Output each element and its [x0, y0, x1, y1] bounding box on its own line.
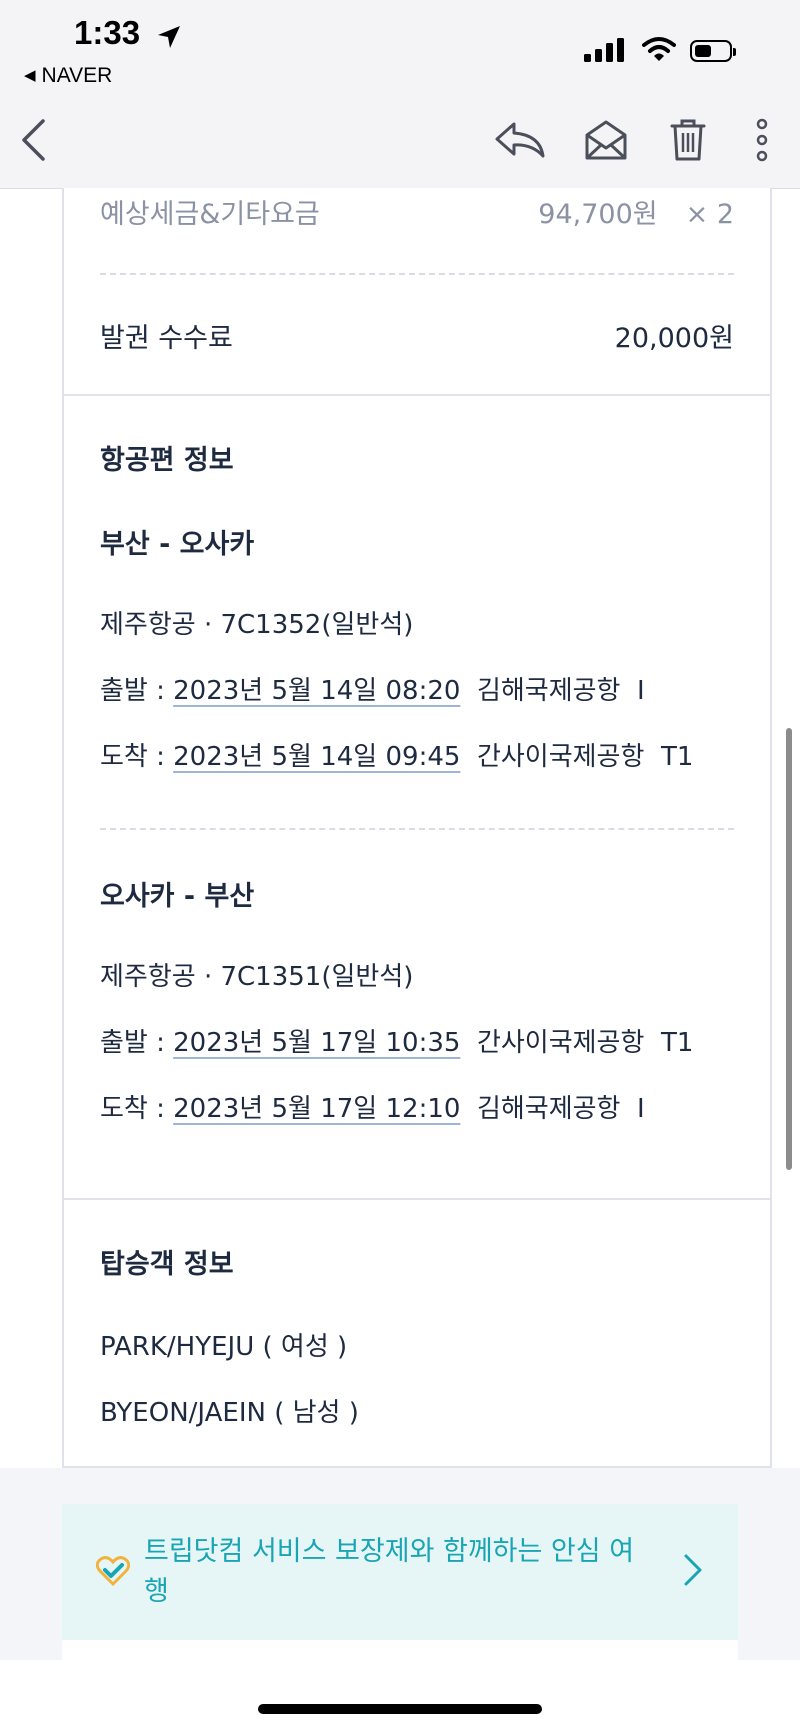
- leg-1-departure: 출발 : 2023년 5월 14일 08:20 김해국제공항 I: [100, 670, 645, 707]
- leg-2-arrival: 도착 : 2023년 5월 17일 12:10 김해국제공항 I: [100, 1088, 645, 1125]
- next-card-edge: [62, 1640, 738, 1660]
- mark-unread-envelope-icon: [585, 120, 627, 160]
- location-arrow-icon: [158, 26, 180, 48]
- reply-button[interactable]: [492, 112, 548, 168]
- leg-1-arrival-time[interactable]: 2023년 5월 14일 09:45: [173, 742, 460, 772]
- home-indicator[interactable]: [258, 1704, 542, 1714]
- leg-2-route: 오사카 - 부산: [100, 881, 255, 912]
- section-divider: [64, 1198, 770, 1200]
- leg-1-arrival-terminal: T1: [660, 742, 694, 772]
- service-guarantee-banner[interactable]: 트립닷컴 서비스 보장제와 함께하는 안심 여행: [62, 1504, 738, 1640]
- battery-icon: [690, 40, 736, 62]
- leg-1-departure-terminal: I: [637, 676, 645, 706]
- leg-2-departure-airport: 간사이국제공항: [476, 1028, 645, 1058]
- leg-2-arrival-terminal: I: [637, 1094, 645, 1124]
- delete-button[interactable]: [660, 112, 716, 168]
- cellular-signal-icon: [584, 38, 624, 62]
- back-to-app-link[interactable]: ◀ NAVER: [24, 64, 112, 88]
- issue-fee-label: 발권 수수료: [100, 323, 233, 354]
- leg-2-departure: 출발 : 2023년 5월 17일 10:35 간사이국제공항 T1: [100, 1022, 693, 1059]
- leg-1-route: 부산 - 오사카: [100, 529, 255, 560]
- leg-2-carrier: 제주항공 · 7C1351(일반석): [100, 962, 414, 992]
- leg-1-carrier: 제주항공 · 7C1352(일반석): [100, 610, 414, 640]
- leg-2-arrival-time[interactable]: 2023년 5월 17일 12:10: [173, 1094, 460, 1124]
- heart-check-icon: [96, 1556, 130, 1586]
- leg-1-arrival: 도착 : 2023년 5월 14일 09:45 간사이국제공항 T1: [100, 736, 693, 773]
- passenger-info-title: 탑승객 정보: [100, 1249, 234, 1280]
- tax-fee-row: 예상세금&기타요금 94,700원 × 2: [100, 192, 734, 231]
- status-time: 1:33: [74, 14, 141, 51]
- leg-2-departure-time[interactable]: 2023년 5월 17일 10:35: [173, 1028, 460, 1058]
- section-divider: [64, 394, 770, 396]
- scrollbar[interactable]: [786, 728, 792, 1170]
- passenger-2: BYEON/JAEIN ( 남성 ): [100, 1398, 359, 1428]
- mark-unread-button[interactable]: [578, 112, 634, 168]
- tax-fee-label: 예상세금&기타요금: [100, 199, 320, 230]
- chevron-right-icon: [684, 1554, 702, 1586]
- status-bar: 1:33 ◀ NAVER: [0, 0, 800, 92]
- leg-1-departure-time[interactable]: 2023년 5월 14일 08:20: [173, 676, 460, 706]
- arrival-label: 도착 :: [100, 1094, 174, 1124]
- arrival-label: 도착 :: [100, 742, 174, 772]
- leg-1-departure-airport: 김해국제공항: [476, 676, 621, 706]
- leg-2-departure-terminal: T1: [660, 1028, 694, 1058]
- passenger-1: PARK/HYEJU ( 여성 ): [100, 1332, 348, 1362]
- leg-1-arrival-airport: 간사이국제공항: [476, 742, 645, 772]
- departure-label: 출발 :: [100, 676, 174, 706]
- divider: [100, 273, 734, 275]
- back-app-label: NAVER: [41, 64, 113, 87]
- back-button[interactable]: [6, 112, 62, 168]
- issue-fee-value: 20,000원: [614, 323, 734, 354]
- issue-fee-row: 발권 수수료 20,000원: [100, 316, 734, 355]
- trash-icon: [670, 119, 706, 161]
- tax-fee-value: 94,700원: [538, 199, 658, 230]
- banner-text: 트립닷컴 서비스 보장제와 함께하는 안심 여행: [144, 1536, 635, 1607]
- back-chevron-icon: [22, 119, 45, 161]
- reservation-card: 예상세금&기타요금 94,700원 × 2 발권 수수료 20,000원 항공편 …: [62, 188, 772, 1468]
- back-triangle-icon: ◀: [24, 67, 36, 84]
- more-vertical-icon: [756, 118, 768, 162]
- more-options-button[interactable]: [734, 112, 790, 168]
- departure-label: 출발 :: [100, 1028, 174, 1058]
- leg-2-arrival-airport: 김해국제공항: [476, 1094, 621, 1124]
- reply-icon: [495, 122, 545, 158]
- tax-fee-quantity: × 2: [685, 199, 734, 230]
- divider: [100, 828, 734, 830]
- flight-info-title: 항공편 정보: [100, 445, 234, 476]
- mail-toolbar: [0, 92, 800, 189]
- wifi-icon: [642, 37, 676, 61]
